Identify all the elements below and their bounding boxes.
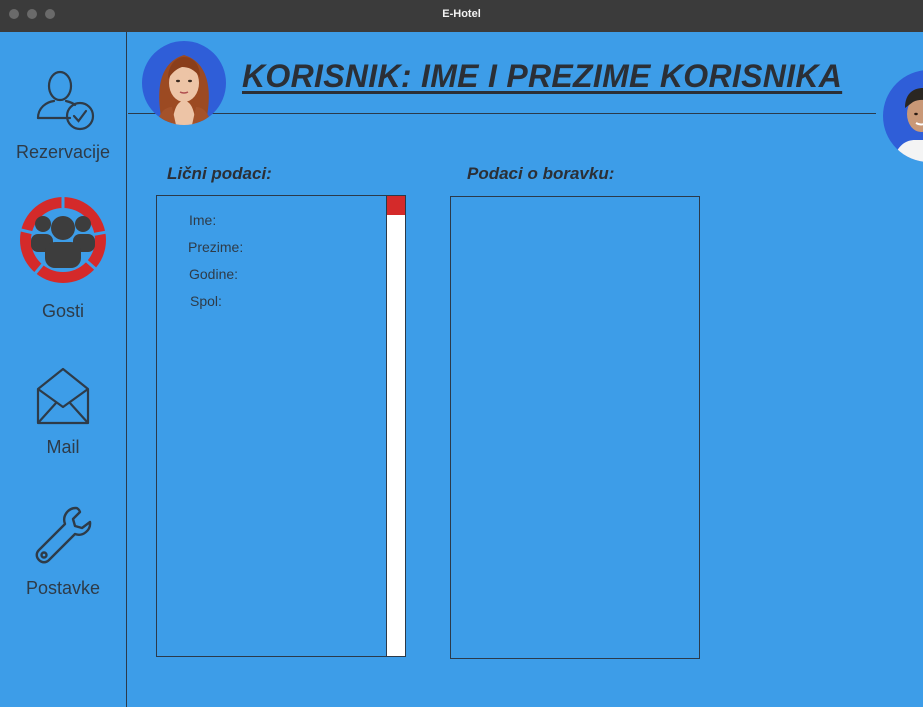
wrench-icon [35,506,92,564]
secondary-user-avatar[interactable] [883,70,923,162]
sidebar-item-gosti[interactable]: Gosti [0,196,126,322]
user-avatar [142,41,226,125]
group-icon [20,196,107,283]
header-divider [128,113,876,114]
stay-data-panel [450,196,700,659]
stay-data-heading: Podaci o boravku: [467,164,615,183]
page-title: KORISNIK: IME I PREZIME KORISNIKA [242,58,843,94]
scrollbar-thumb[interactable] [387,196,405,215]
user-portrait-icon [893,88,923,162]
sidebar-item-label: Gosti [41,301,84,321]
field-label-godine: Godine: [189,266,239,282]
personal-data-heading: Lični podaci: [167,164,272,183]
field-label-prezime: Prezime: [188,239,244,255]
personal-data-scrollbar[interactable] [386,196,405,656]
field-label-spol: Spol: [190,293,222,309]
envelope-icon [36,367,90,425]
field-label-ime: Ime: [189,212,217,228]
sidebar: Rezervacije Gosti Mail Postavke [0,32,127,707]
sidebar-item-rezervacije[interactable]: Rezervacije [0,68,126,163]
sidebar-item-postavke[interactable]: Postavke [0,502,126,599]
personal-data-panel: Ime: Prezime: Godine: Spol: [156,195,406,657]
sidebar-item-label: Postavke [25,578,101,598]
sidebar-item-label: Rezervacije [15,142,111,162]
window-title: E-Hotel [442,8,481,20]
title-bar: E-Hotel [0,0,923,32]
app-window: E-Hotel Rezervacije Gosti Mail Postavke … [0,0,923,707]
user-check-icon [36,70,95,131]
user-portrait-icon [156,55,212,125]
sidebar-item-label: Mail [46,437,80,457]
sidebar-item-mail[interactable]: Mail [0,367,126,458]
